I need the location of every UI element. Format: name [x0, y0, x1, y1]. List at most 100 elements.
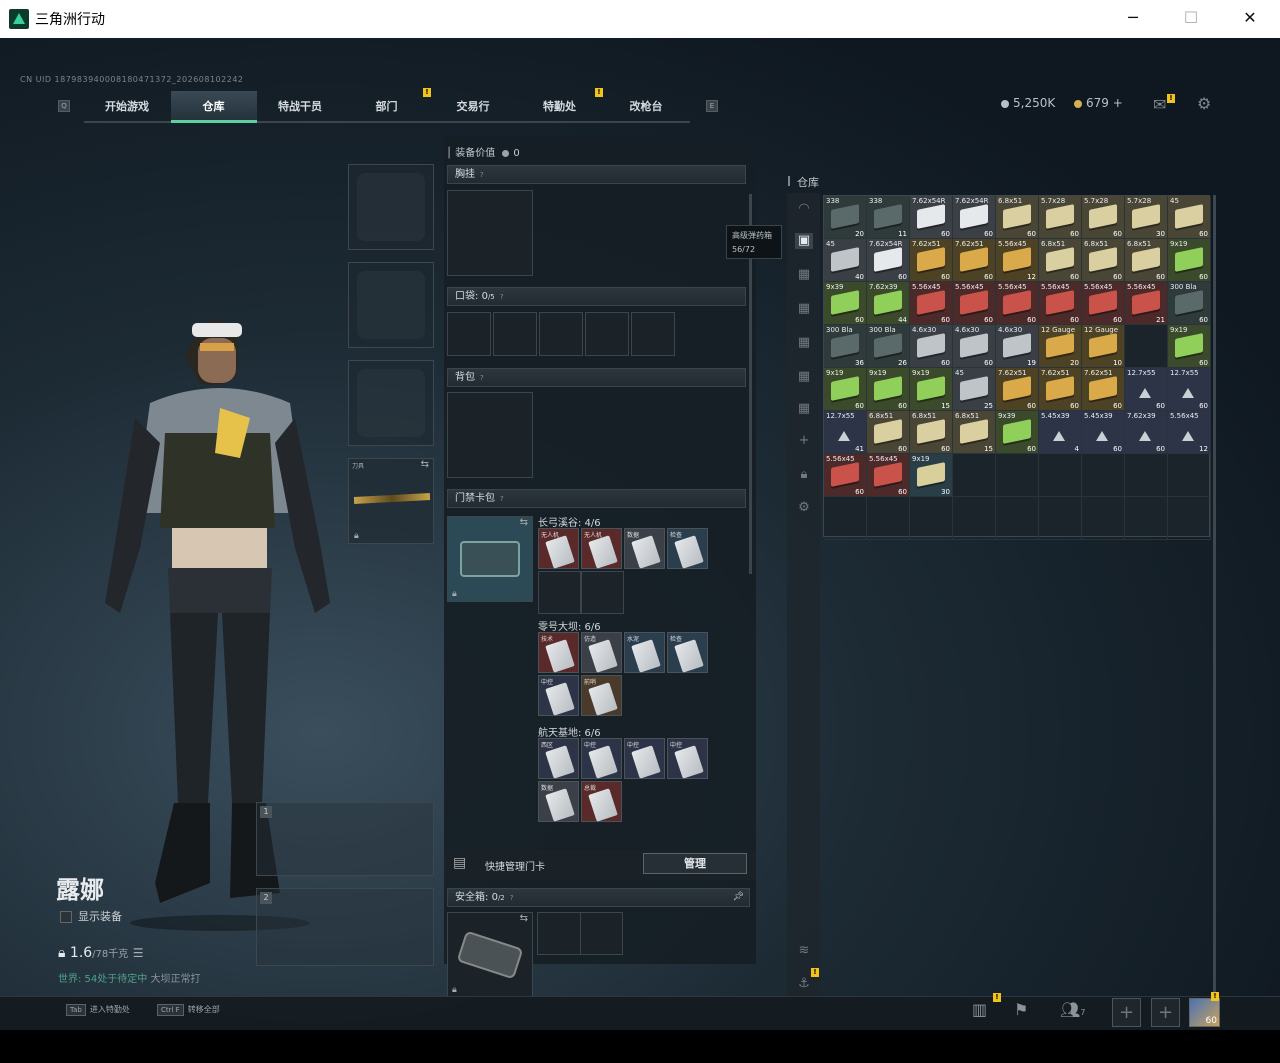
- keycard-item[interactable]: 中控: [624, 738, 665, 779]
- warehouse-tab-icon[interactable]: ▦: [795, 401, 813, 417]
- grid-cell[interactable]: [824, 497, 867, 540]
- warehouse-tab-icon[interactable]: ▦: [795, 369, 813, 385]
- ammo-item[interactable]: 6.8x51 60: [1082, 239, 1124, 281]
- ammo-item[interactable]: 6.8x51 60: [996, 196, 1038, 238]
- help-icon[interactable]: ?: [480, 167, 484, 184]
- pocket-slot[interactable]: [631, 312, 675, 356]
- ammo-item[interactable]: 7.62x51 60: [1082, 368, 1124, 410]
- ammo-item[interactable]: 9x19 60: [867, 368, 909, 410]
- ammo-item[interactable]: 6.8x51 60: [910, 411, 952, 453]
- ammo-item[interactable]: 12.7x55 60: [1125, 368, 1167, 410]
- ammo-item[interactable]: 9x19 60: [1168, 325, 1210, 367]
- ammo-item[interactable]: 7.62x54R 60: [953, 196, 995, 238]
- ammo-item[interactable]: 6.8x51 60: [1039, 239, 1081, 281]
- ammo-item[interactable]: 5.56x45 21: [1125, 282, 1167, 324]
- lock-icon[interactable]: 🔒︎: [795, 467, 813, 483]
- keycard-empty-slot[interactable]: [581, 571, 624, 614]
- grid-cell[interactable]: [1039, 454, 1082, 497]
- grid-cell[interactable]: [910, 497, 953, 540]
- safe-box-slot[interactable]: ⇆ 🔒︎: [447, 912, 533, 998]
- nav-tab[interactable]: 部门: [344, 91, 430, 123]
- ammo-item[interactable]: 5.56x45 60: [953, 282, 995, 324]
- keycard-item[interactable]: 仿造: [581, 632, 622, 673]
- ammo-item[interactable]: 4.6x30 60: [910, 325, 952, 367]
- swap-icon[interactable]: ⇆: [520, 517, 528, 528]
- ammo-item[interactable]: 45 40: [824, 239, 866, 281]
- grid-cell[interactable]: [1125, 454, 1168, 497]
- pocket-slot[interactable]: [493, 312, 537, 356]
- armor-slot[interactable]: [348, 262, 434, 348]
- settings-gear-icon[interactable]: ⚙: [1197, 94, 1211, 113]
- keycard-item[interactable]: 数据: [538, 781, 579, 822]
- grid-cell[interactable]: [1168, 497, 1211, 540]
- all-items-icon[interactable]: ▣: [795, 233, 813, 249]
- ammo-item[interactable]: 45 60: [1168, 196, 1210, 238]
- ammo-item[interactable]: 5.56x45 12: [1168, 411, 1210, 453]
- keycard-item[interactable]: 水泥: [624, 632, 665, 673]
- grid-cell[interactable]: [1082, 454, 1125, 497]
- settings-icon[interactable]: ⚙: [795, 500, 813, 516]
- grid-cell[interactable]: [996, 497, 1039, 540]
- primary-weapon-slot[interactable]: 1: [256, 802, 434, 876]
- keycard-item[interactable]: 检查: [667, 632, 708, 673]
- warehouse-tab-icon[interactable]: ▦: [795, 267, 813, 283]
- secondary-weapon-slot[interactable]: 2: [256, 888, 434, 966]
- keycard-item[interactable]: 数据: [624, 528, 665, 569]
- nav-tab[interactable]: 开始游戏: [84, 91, 170, 123]
- ammo-item[interactable]: 7.62x39 60: [1125, 411, 1167, 453]
- layers-icon[interactable]: ≋: [795, 943, 813, 959]
- ammo-item[interactable]: 5.56x45 60: [1082, 282, 1124, 324]
- warehouse-tab-icon[interactable]: ▦: [795, 301, 813, 317]
- ammo-item[interactable]: 300 Bla 36: [824, 325, 866, 367]
- nav-tab[interactable]: 特战干员: [257, 91, 343, 123]
- add-gold-button[interactable]: +: [1113, 96, 1123, 110]
- ammo-item[interactable]: 9x19 60: [1168, 239, 1210, 281]
- keycard-item[interactable]: 总裁: [581, 781, 622, 822]
- keycard-item[interactable]: 中控: [538, 675, 579, 716]
- grid-cell[interactable]: [1082, 497, 1125, 540]
- ammo-item[interactable]: 338 20: [824, 196, 866, 238]
- ammo-item[interactable]: 5.56x45 12: [996, 239, 1038, 281]
- nav-tab[interactable]: 交易行: [430, 91, 516, 123]
- ammo-item[interactable]: 45 25: [953, 368, 995, 410]
- ammo-item[interactable]: 9x39 60: [824, 282, 866, 324]
- ammo-item[interactable]: 7.62x39 44: [867, 282, 909, 324]
- show-gear-checkbox[interactable]: 显示装备: [60, 908, 122, 924]
- keycard-item[interactable]: 前哨: [581, 675, 622, 716]
- ammo-item[interactable]: 5.7x28 30: [1125, 196, 1167, 238]
- ammo-item[interactable]: 5.7x28 60: [1039, 196, 1081, 238]
- keycard-item[interactable]: 西区: [538, 738, 579, 779]
- ammo-item[interactable]: 5.56x45 60: [1039, 282, 1081, 324]
- ammo-item[interactable]: 5.56x45 60: [910, 282, 952, 324]
- ammo-item[interactable]: 12 Gauge 10: [1082, 325, 1124, 367]
- help-icon[interactable]: ?: [500, 289, 504, 306]
- melee-slot[interactable]: 刀具 ⇆ 🔒︎: [348, 458, 434, 544]
- keycard-item[interactable]: 无人机: [538, 528, 579, 569]
- ammo-item[interactable]: 7.62x51 60: [996, 368, 1038, 410]
- ammo-item[interactable]: 338 11: [867, 196, 909, 238]
- maximize-button[interactable]: ☐: [1179, 6, 1203, 30]
- backpack-slot[interactable]: [447, 392, 533, 478]
- ammo-item[interactable]: 5.56x45 60: [867, 454, 909, 496]
- ammo-item[interactable]: 300 Bla 26: [867, 325, 909, 367]
- ammo-item[interactable]: 9x39 60: [996, 411, 1038, 453]
- flag-icon[interactable]: ⚑: [1014, 1000, 1028, 1019]
- player-avatar[interactable]: 60: [1189, 998, 1220, 1027]
- grid-cell[interactable]: [953, 454, 996, 497]
- swap-icon[interactable]: ⇆: [421, 459, 429, 470]
- friends-icon[interactable]: 👥︎7: [1060, 1000, 1085, 1019]
- nav-prev-key[interactable]: Q: [58, 100, 70, 112]
- grid-cell[interactable]: [996, 454, 1039, 497]
- mail-icon[interactable]: ✉: [1153, 95, 1166, 114]
- nav-tab[interactable]: 特勤处: [517, 91, 603, 123]
- ammo-item[interactable]: 7.62x51 60: [910, 239, 952, 281]
- ammo-item[interactable]: 6.8x51 15: [953, 411, 995, 453]
- ammo-item[interactable]: 5.56x45 60: [996, 282, 1038, 324]
- ammo-item[interactable]: 4.6x30 60: [953, 325, 995, 367]
- ammo-item[interactable]: 5.45x39 4: [1039, 411, 1081, 453]
- stats-icon[interactable]: ▥: [972, 1000, 987, 1019]
- hint-tab[interactable]: Tab 进入特勤处: [66, 1004, 130, 1016]
- pocket-slot[interactable]: [585, 312, 629, 356]
- add-tab-icon[interactable]: +: [795, 433, 813, 449]
- nav-tab[interactable]: 改枪台: [603, 91, 689, 123]
